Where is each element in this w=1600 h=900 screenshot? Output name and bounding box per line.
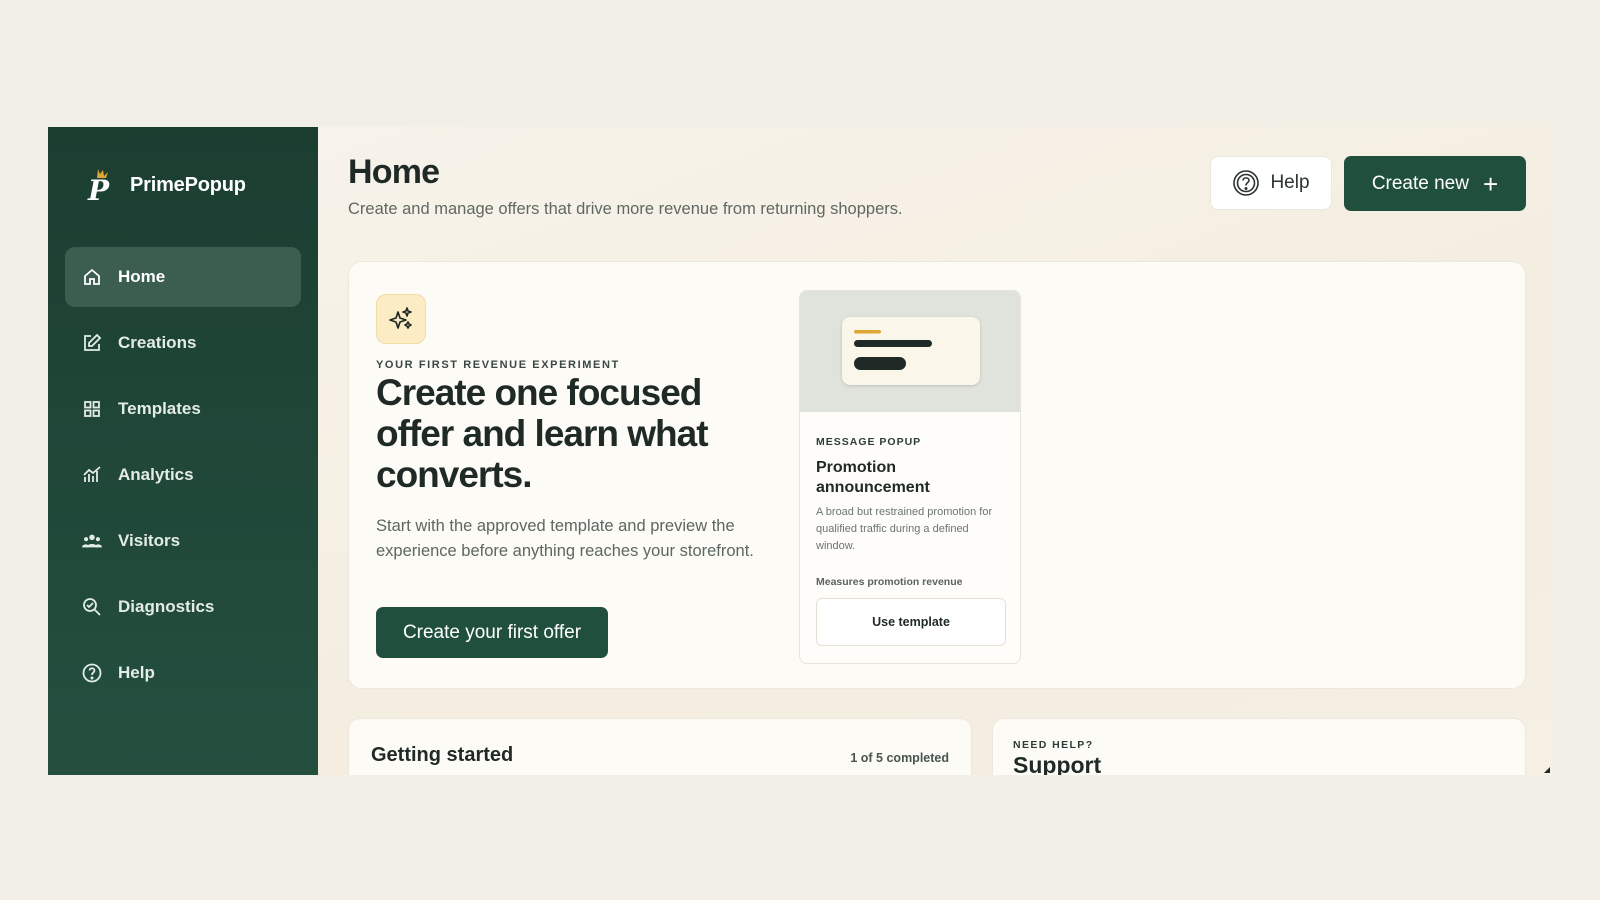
sidebar-item-diagnostics[interactable]: Diagnostics (65, 577, 301, 637)
brand[interactable]: P PrimePopup (84, 167, 246, 207)
home-icon (82, 267, 102, 287)
page-title: Home (348, 153, 440, 191)
template-preview (800, 291, 1020, 412)
sparkle-icon (376, 294, 426, 344)
sidebar-item-help[interactable]: Help (65, 643, 301, 703)
help-button[interactable]: Help (1210, 156, 1332, 210)
edit-icon (82, 333, 102, 353)
getting-started-progress: 1 of 5 completed (850, 751, 949, 765)
sidebar-item-label: Home (118, 267, 166, 286)
grid-icon (82, 399, 102, 419)
getting-started-title: Getting started (371, 744, 514, 766)
hero-title: Create one focused offer and learn what … (376, 372, 709, 495)
plus-icon: + (1482, 168, 1499, 199)
support-title: Support (1013, 752, 1102, 775)
template-card[interactable]: MESSAGE POPUP Promotion announcement A b… (799, 290, 1021, 664)
sidebar: P PrimePopup Home Creations Templates An… (48, 127, 318, 775)
sidebar-item-label: Creations (118, 333, 197, 352)
search-diagnostics-icon (82, 597, 102, 617)
support-card: NEED HELP? Support (992, 718, 1526, 775)
template-description: A broad but restrained promotion for qua… (816, 506, 993, 552)
sidebar-item-visitors[interactable]: Visitors (65, 511, 301, 571)
create-new-button[interactable]: Create new + (1344, 156, 1526, 211)
sidebar-item-label: Help (118, 663, 155, 682)
sidebar-item-creations[interactable]: Creations (65, 313, 301, 373)
app-window: P PrimePopup Home Creations Templates An… (48, 127, 1552, 775)
sidebar-item-home[interactable]: Home (65, 247, 301, 307)
create-first-offer-button[interactable]: Create your first offer (376, 607, 608, 658)
template-kicker: MESSAGE POPUP (816, 436, 922, 448)
getting-started-card: Getting started 1 of 5 completed (348, 718, 972, 775)
help-button-label: Help (1270, 172, 1310, 193)
sidebar-item-label: Visitors (118, 531, 181, 550)
hero-card: YOUR FIRST REVENUE EXPERIMENT Create one… (348, 261, 1526, 689)
popup-mockup (842, 317, 980, 385)
brand-logo-icon: P (84, 167, 116, 207)
resize-handle[interactable] (1544, 767, 1550, 773)
sidebar-item-label: Templates (118, 399, 201, 418)
sidebar-item-label: Diagnostics (118, 597, 215, 616)
create-new-label: Create new (1371, 172, 1469, 194)
help-circle-icon (82, 663, 102, 683)
use-template-button[interactable]: Use template (816, 598, 1006, 646)
svg-text:P: P (87, 174, 110, 203)
brand-name: PrimePopup (130, 173, 246, 196)
template-title: Promotion announcement (816, 459, 930, 496)
sidebar-item-analytics[interactable]: Analytics (65, 445, 301, 505)
help-circle-icon (1232, 169, 1260, 197)
sidebar-item-templates[interactable]: Templates (65, 379, 301, 439)
template-measures: Measures promotion revenue (816, 576, 963, 588)
users-icon (82, 531, 102, 551)
sidebar-item-label: Analytics (118, 465, 194, 484)
support-kicker: NEED HELP? (1013, 739, 1094, 751)
page-subtitle: Create and manage offers that drive more… (348, 200, 903, 218)
hero-body: Start with the approved template and pre… (376, 517, 754, 560)
hero-eyebrow: YOUR FIRST REVENUE EXPERIMENT (376, 359, 620, 371)
main-content: Home Create and manage offers that drive… (318, 127, 1552, 775)
analytics-icon (82, 465, 102, 485)
sidebar-nav: Home Creations Templates Analytics Visit… (65, 247, 301, 709)
